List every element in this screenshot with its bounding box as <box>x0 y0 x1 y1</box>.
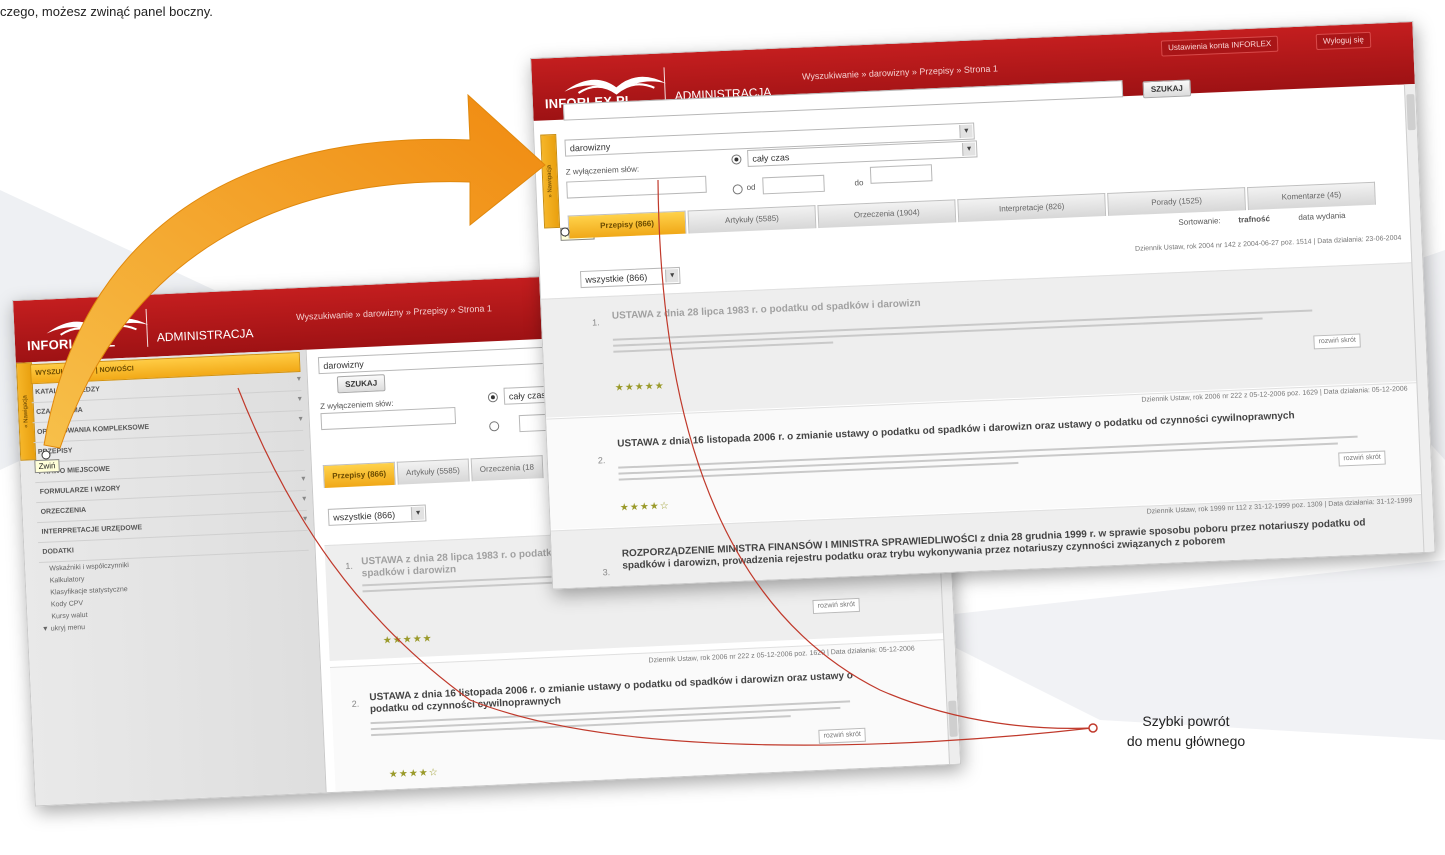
callout-annotation: Szybki powrót do menu głównego <box>1102 711 1270 751</box>
hide-menu-link[interactable]: ▼ ukryj menu <box>42 624 85 633</box>
sidebar-subitem[interactable]: Kody CPV <box>51 600 84 608</box>
radio-all-time[interactable] <box>731 154 742 165</box>
rating-stars: ★★★★☆ <box>388 767 439 781</box>
logout-button[interactable]: Wyloguj się <box>1315 31 1372 51</box>
search-value: darowizny <box>569 141 611 154</box>
admin-label: ADMINISTRACJA <box>156 326 254 345</box>
breadcrumb[interactable]: Wyszukiwanie » darowizny » Przepisy » St… <box>296 303 492 322</box>
search-button[interactable]: SZUKAJ <box>336 374 386 394</box>
tab-orzeczenia[interactable]: Orzeczenia (1904) <box>817 199 957 229</box>
tab-przepisy[interactable]: Przepisy (866) <box>567 210 687 239</box>
result-number: 2. <box>351 698 360 710</box>
chevron-down-icon: ▾ <box>301 473 306 484</box>
scroll-thumb[interactable] <box>948 700 958 737</box>
filter-select[interactable]: wszystkie (866) ▼ <box>327 504 427 526</box>
result-meta: Dziennik Ustaw, rok 2006 nr 222 z 05-12-… <box>648 645 915 665</box>
from-date-input[interactable] <box>762 174 825 195</box>
chevron-down-icon: ▾ <box>302 513 308 524</box>
result-snippet <box>618 442 1338 475</box>
chevron-down-icon: ▼ <box>961 142 976 156</box>
sidebar: « Nawigacja Wyszukiwarka | Nowości Katal… <box>15 349 327 806</box>
rating-stars: ★★★★★ <box>614 380 665 394</box>
front-screenshot: INFORLEX.PL ADMINISTRACJA Wyszukiwanie »… <box>530 20 1436 590</box>
more-button[interactable]: rozwiń skrót <box>1338 450 1387 467</box>
expand-handle-label: » Nawigacja <box>546 164 554 198</box>
from-label: od <box>746 182 756 193</box>
tab-porady[interactable]: Porady (1525) <box>1107 187 1246 216</box>
chevron-down-icon: ▾ <box>296 373 302 384</box>
result-title[interactable]: USTAWA z dnia 16 listopada 2006 r. o zmi… <box>617 407 1377 451</box>
rating-stars: ★★★★★ <box>382 633 433 647</box>
scroll-thumb[interactable] <box>1406 94 1416 131</box>
result-number: 1. <box>345 560 354 572</box>
chevron-down-icon: ▼ <box>959 124 973 139</box>
chevron-down-icon: ▾ <box>302 493 307 504</box>
filter-value: wszystkie (866) <box>332 509 396 523</box>
filter-value: wszystkie (866) <box>585 272 648 285</box>
sort-data-wydania[interactable]: data wydania <box>1298 211 1345 222</box>
chevron-down-icon: ▼ <box>664 268 679 283</box>
radio-from[interactable] <box>489 421 500 432</box>
tab-artykuly[interactable]: Artykuły (5585) <box>687 205 817 234</box>
sidebar-subitem[interactable]: Kursy walut <box>51 612 87 621</box>
filter-select[interactable]: wszystkie (866) ▼ <box>579 266 681 289</box>
result-number: 3. <box>602 567 611 578</box>
rating-stars: ★★★★☆ <box>619 500 670 514</box>
time-select-value: cały czas <box>752 152 790 164</box>
search-button[interactable]: SZUKAJ <box>1142 79 1192 99</box>
more-button[interactable]: rozwiń skrót <box>812 597 861 614</box>
breadcrumb[interactable]: Wyszukiwanie » darowizny » Przepisy » St… <box>802 63 998 81</box>
sort-label: Sortowanie: <box>1178 216 1221 227</box>
result-meta: Dziennik Ustaw, rok 2004 nr 142 z 2004-0… <box>1134 234 1402 253</box>
result-number: 1. <box>591 317 600 328</box>
intro-text: czego, możesz zwinąć panel boczny. <box>0 4 213 19</box>
collapse-tooltip: Zwiń <box>34 459 60 474</box>
logo-text: INFORLEX.PL <box>26 334 116 354</box>
annotation-line1: Szybki powrót <box>1142 713 1230 729</box>
result-snippet <box>613 317 1263 347</box>
to-label: do <box>854 178 864 188</box>
tab-orzeczenia[interactable]: Orzeczenia (18 <box>470 455 544 482</box>
result-number: 2. <box>597 455 606 466</box>
exclude-label: Z wyłączeniem słów: <box>565 164 640 177</box>
tab-strip: Przepisy (866) Artykuły (5585) Orzeczeni… <box>322 455 546 489</box>
chevron-down-icon: ▾ <box>298 413 303 424</box>
annotation-line2: do menu głównego <box>1126 733 1246 749</box>
radio-from[interactable] <box>732 184 743 195</box>
more-button[interactable]: rozwiń skrót <box>818 727 867 744</box>
chevron-down-icon: ▾ <box>297 393 302 404</box>
tab-przepisy[interactable]: Przepisy (866) <box>322 461 396 489</box>
exclude-input[interactable] <box>566 175 707 199</box>
radio-all-time[interactable] <box>487 392 499 403</box>
chevron-down-icon: ▼ <box>410 506 425 521</box>
account-settings-button[interactable]: Ustawienia konta INFORLEX <box>1160 35 1279 57</box>
exclude-input[interactable] <box>320 407 457 431</box>
sidebar-subitem[interactable]: Kalkulatory <box>50 576 85 585</box>
sidebar-expand-handle[interactable]: » Nawigacja <box>540 133 561 229</box>
sidebar-subitem[interactable]: Klasyfikacje statystyczne <box>50 586 128 597</box>
more-button[interactable]: rozwiń skrót <box>1313 333 1362 350</box>
sidebar-subitem[interactable]: Wskaźniki i współczynniki <box>49 562 129 573</box>
tab-interpretacje[interactable]: Interpretacje (826) <box>957 193 1107 223</box>
result-title[interactable]: USTAWA z dnia 28 lipca 1983 r. o podatku… <box>612 294 1012 323</box>
sort-trafnosc[interactable]: trafność <box>1238 214 1270 224</box>
search-input[interactable]: darowizny <box>317 345 579 375</box>
tab-artykuly[interactable]: Artykuły (5585) <box>396 458 470 485</box>
collapse-handle-label: « Nawigacja <box>22 395 30 428</box>
tab-komentarze[interactable]: Komentarze (45) <box>1247 181 1376 211</box>
to-date-input[interactable] <box>869 164 933 184</box>
